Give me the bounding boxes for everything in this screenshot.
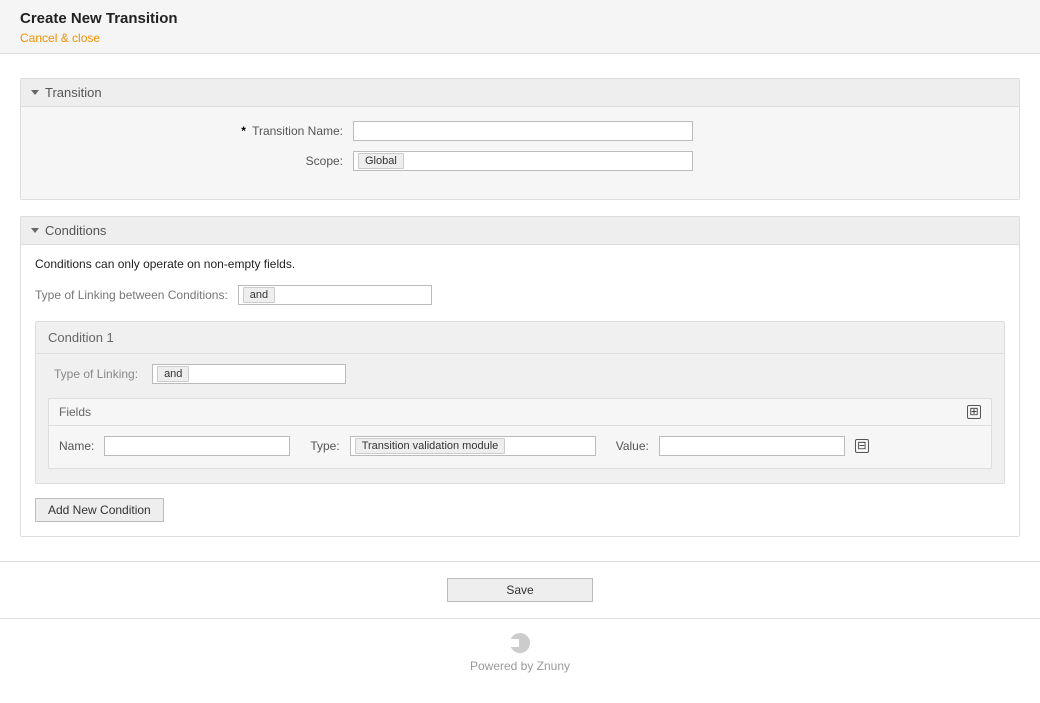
footer-bar: Save — [0, 561, 1040, 619]
inner-linking-select[interactable]: and — [152, 364, 346, 384]
transition-widget-body: * Transition Name: Scope: Global — [21, 107, 1019, 199]
remove-field-icon[interactable]: ⊟ — [855, 439, 869, 453]
transition-widget-header[interactable]: Transition — [21, 79, 1019, 107]
field-type-select-value: Transition validation module — [355, 438, 506, 454]
inner-linking-label: Type of Linking: — [54, 367, 138, 381]
powered-by: Powered by Znuny — [0, 619, 1040, 703]
field-value-input[interactable] — [659, 436, 845, 456]
header-bar: Create New Transition Cancel & close — [0, 0, 1040, 54]
conditions-widget: Conditions Conditions can only operate o… — [20, 216, 1020, 537]
transition-name-label: Transition Name: — [252, 124, 343, 138]
fields-row: Name: Type: Transition validation module… — [49, 426, 991, 468]
condition-block-title: Condition 1 — [36, 322, 1004, 354]
fields-header: Fields ⊞ — [49, 399, 991, 426]
scope-label-col: Scope: — [35, 154, 353, 168]
fields-block: Fields ⊞ Name: Type: Transition validati… — [48, 398, 992, 469]
conditions-widget-body: Conditions can only operate on non-empty… — [21, 245, 1019, 536]
transition-name-label-col: * Transition Name: — [35, 124, 353, 138]
condition-block-1: Condition 1 Type of Linking: and Fields … — [35, 321, 1005, 484]
linking-label: Type of Linking between Conditions: — [35, 288, 228, 302]
transition-name-row: * Transition Name: — [35, 121, 1005, 141]
inner-linking-row: Type of Linking: and — [48, 364, 992, 384]
page-title: Create New Transition — [20, 10, 1020, 27]
scope-label: Scope: — [306, 154, 343, 168]
add-field-icon[interactable]: ⊞ — [967, 405, 981, 419]
required-star: * — [241, 124, 246, 138]
transition-widget-title: Transition — [45, 85, 102, 100]
znuny-logo-icon — [510, 633, 530, 653]
caret-down-icon — [31, 228, 39, 233]
powered-by-label: Powered by Znuny — [470, 659, 570, 673]
fields-title: Fields — [59, 405, 91, 419]
caret-down-icon — [31, 90, 39, 95]
transition-widget: Transition * Transition Name: Scope: Glo… — [20, 78, 1020, 200]
content-area: Transition * Transition Name: Scope: Glo… — [0, 54, 1040, 537]
scope-select-value: Global — [358, 153, 404, 169]
linking-select-value: and — [243, 287, 275, 303]
field-type-select[interactable]: Transition validation module — [350, 436, 596, 456]
scope-select[interactable]: Global — [353, 151, 693, 171]
scope-row: Scope: Global — [35, 151, 1005, 171]
field-value-label: Value: — [616, 439, 649, 453]
conditions-widget-title: Conditions — [45, 223, 106, 238]
field-name-input[interactable] — [104, 436, 290, 456]
conditions-widget-header[interactable]: Conditions — [21, 217, 1019, 245]
save-button[interactable]: Save — [447, 578, 593, 602]
field-name-label: Name: — [59, 439, 94, 453]
conditions-hint: Conditions can only operate on non-empty… — [35, 257, 1005, 271]
condition-block-body: Type of Linking: and Fields ⊞ Name: — [36, 354, 1004, 483]
linking-row: Type of Linking between Conditions: and — [35, 285, 1005, 305]
inner-linking-select-value: and — [157, 366, 189, 382]
linking-select[interactable]: and — [238, 285, 432, 305]
transition-name-input[interactable] — [353, 121, 693, 141]
add-new-condition-button[interactable]: Add New Condition — [35, 498, 164, 522]
cancel-close-link[interactable]: Cancel & close — [20, 31, 100, 45]
field-type-label: Type: — [310, 439, 339, 453]
